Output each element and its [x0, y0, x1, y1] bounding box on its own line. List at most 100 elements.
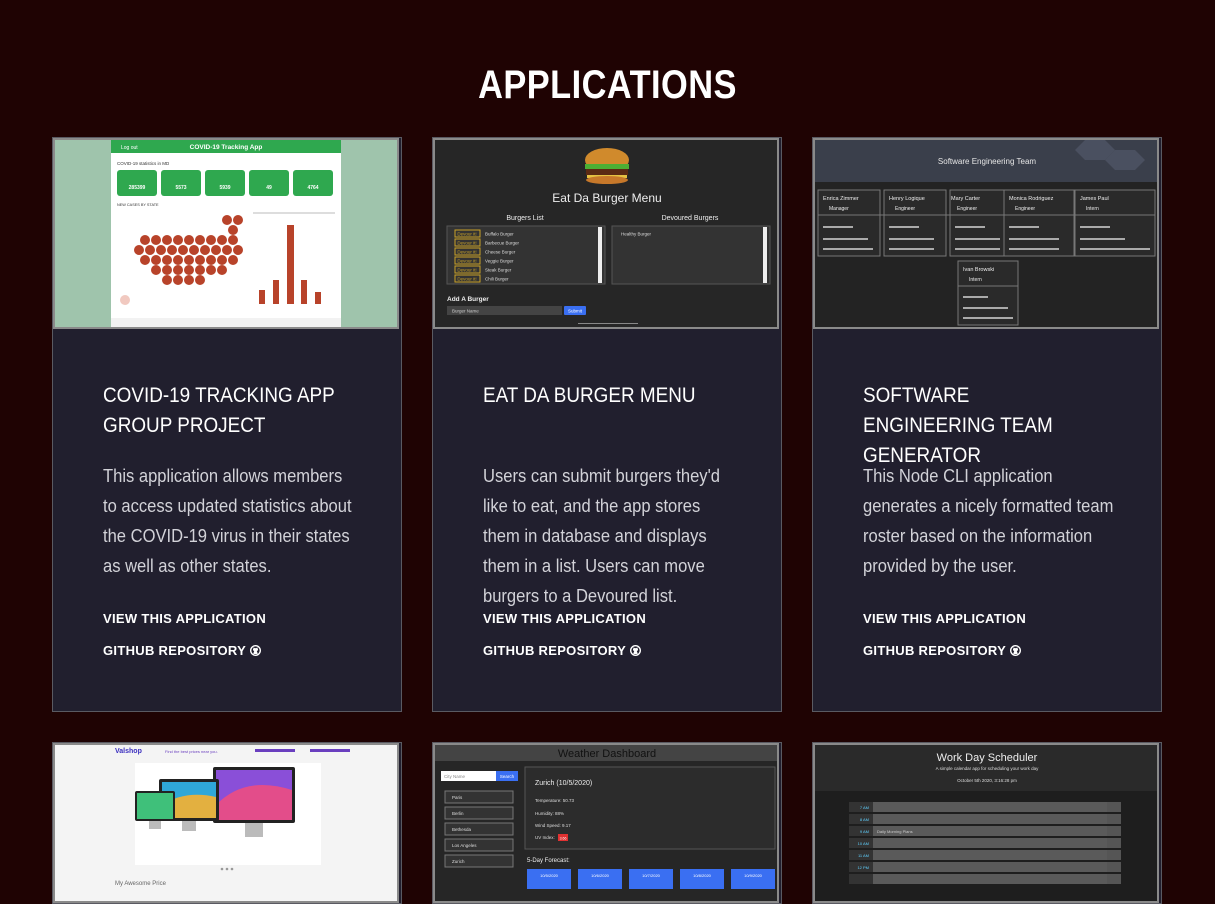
github-icon [1010, 645, 1022, 656]
svg-text:Wind Speed: 9.17: Wind Speed: 9.17 [535, 823, 571, 828]
svg-text:10 AM: 10 AM [858, 841, 869, 846]
svg-text:Henry Logique: Henry Logique [889, 196, 925, 202]
team-app-title: Software Engineering Team [938, 157, 1036, 166]
project-thumbnail[interactable]: Weather Dashboard City Name Search Paris… [433, 743, 779, 903]
svg-text:7 AM: 7 AM [860, 805, 869, 810]
svg-text:11 AM: 11 AM [858, 853, 869, 858]
burger-screenshot: Eat Da Burger Menu Burgers List Devoured… [446, 148, 771, 324]
project-description: This Node CLI application generates a ni… [863, 466, 1114, 576]
svg-text:285399: 285399 [129, 185, 146, 191]
svg-text:Devour it!: Devour it! [457, 241, 476, 246]
scheduler-screenshot: Work Day Scheduler A simple calendar app… [815, 745, 1157, 884]
covid-subtitle: COVID-19 statistics in MD [117, 161, 170, 166]
project-thumbnail[interactable]: Software Engineering Team Enrica Zimmer … [813, 138, 1159, 329]
view-application-link[interactable]: VIEW THIS APPLICATION [103, 611, 266, 626]
valshop-screenshot: Valshop Find the best prices near you. M… [115, 748, 350, 887]
project-title: EAT DA BURGER MENU [483, 384, 696, 407]
svg-text:5-Day Forecast:: 5-Day Forecast: [527, 858, 570, 864]
github-link-label: GITHUB REPOSITORY [103, 643, 247, 658]
view-application-link[interactable]: VIEW THIS APPLICATION [863, 611, 1026, 626]
svg-text:Devour it!: Devour it! [457, 259, 476, 264]
svg-text:Healthy Burger: Healthy Burger [621, 232, 652, 237]
svg-text:Engineer: Engineer [1015, 206, 1035, 212]
svg-text:10/7/2020: 10/7/2020 [642, 873, 661, 878]
svg-text:Monica Rodriguez: Monica Rodriguez [1009, 196, 1054, 202]
team-screenshot: Software Engineering Team Enrica Zimmer … [815, 140, 1157, 326]
svg-text:Temperature: 50.73: Temperature: 50.73 [535, 798, 575, 803]
svg-text:Burger Name: Burger Name [452, 309, 479, 314]
svg-text:Add A Burger: Add A Burger [447, 296, 489, 303]
project-description: Users can submit burgers they'd like to … [483, 466, 720, 606]
svg-text:Valshop: Valshop [115, 748, 142, 755]
svg-text:Devour it!: Devour it! [457, 277, 476, 282]
project-thumbnail[interactable]: Log out COVID-19 Tracking App COVID-19 s… [53, 138, 399, 329]
project-card-valshop: Valshop Find the best prices near you. M… [52, 742, 402, 904]
svg-text:10/8/2020: 10/8/2020 [693, 873, 712, 878]
project-thumbnail[interactable]: Work Day Scheduler A simple calendar app… [813, 743, 1159, 903]
project-thumbnail[interactable]: Valshop Find the best prices near you. M… [53, 743, 399, 903]
svg-text:Zurich (10/5/2020): Zurich (10/5/2020) [535, 780, 592, 787]
svg-text:Engineer: Engineer [957, 206, 977, 212]
svg-text:Zurich: Zurich [452, 859, 465, 864]
svg-text:Find the best prices near you.: Find the best prices near you. [165, 749, 218, 754]
svg-text:October 5th 2020, 3:16:28 pm: October 5th 2020, 3:16:28 pm [957, 778, 1017, 783]
view-application-link[interactable]: VIEW THIS APPLICATION [483, 611, 646, 626]
svg-text:A simple calendar app for sche: A simple calendar app for scheduling you… [936, 766, 1040, 771]
svg-text:5939: 5939 [219, 185, 230, 191]
svg-text:Burgers List: Burgers List [506, 215, 543, 222]
github-icon [630, 645, 642, 656]
page-title: APPLICATIONS [478, 62, 737, 107]
svg-text:Daily Morning Plans: Daily Morning Plans [877, 829, 913, 834]
team-member-cards: Enrica Zimmer Manager Henry Logique Engi… [817, 189, 1156, 326]
burger-icon [585, 148, 629, 184]
project-card-burger: Eat Da Burger Menu Burgers List Devoured… [432, 137, 782, 712]
covid-app-title: COVID-19 Tracking App [190, 144, 263, 151]
svg-text:James Paul: James Paul [1080, 196, 1109, 202]
svg-text:Submit: Submit [568, 309, 583, 314]
svg-text:Intern: Intern [1086, 206, 1099, 212]
github-link-label: GITHUB REPOSITORY [863, 643, 1007, 658]
github-repository-link[interactable]: GITHUB REPOSITORY [483, 643, 642, 658]
project-card-covid: Log out COVID-19 Tracking App COVID-19 s… [52, 137, 402, 712]
svg-text:Work Day Scheduler: Work Day Scheduler [937, 752, 1038, 764]
svg-text:Devour it!: Devour it! [457, 268, 476, 273]
project-description: This application allows members to acces… [103, 466, 352, 576]
svg-text:10/6/2020: 10/6/2020 [591, 873, 610, 878]
svg-text:3.66: 3.66 [560, 837, 567, 841]
github-repository-link[interactable]: GITHUB REPOSITORY [863, 643, 1022, 658]
svg-text:Barbecue Burger: Barbecue Burger [485, 241, 520, 246]
svg-text:City Name: City Name [444, 774, 466, 779]
svg-text:Search: Search [500, 774, 515, 779]
svg-text:Devour it!: Devour it! [457, 232, 476, 237]
svg-text:Devoured Burgers: Devoured Burgers [662, 215, 719, 222]
svg-text:Humidity: 88%: Humidity: 88% [535, 811, 564, 816]
svg-text:Engineer: Engineer [895, 206, 915, 212]
svg-text:Ivan Browski: Ivan Browski [963, 267, 994, 273]
project-thumbnail[interactable]: Eat Da Burger Menu Burgers List Devoured… [433, 138, 779, 329]
svg-text:Bethesda: Bethesda [452, 827, 472, 832]
project-title: SOFTWARE ENGINEERING TEAM GENERATOR [863, 384, 1053, 467]
github-icon [250, 645, 262, 656]
github-repository-link[interactable]: GITHUB REPOSITORY [103, 643, 262, 658]
svg-text:5573: 5573 [175, 185, 186, 191]
project-card-team: Software Engineering Team Enrica Zimmer … [812, 137, 1162, 712]
project-card-scheduler: Work Day Scheduler A simple calendar app… [812, 742, 1162, 904]
svg-text:Intern: Intern [969, 277, 982, 283]
svg-text:Cheese Burger: Cheese Burger [485, 250, 516, 255]
project-card-weather: Weather Dashboard City Name Search Paris… [432, 742, 782, 904]
svg-text:12 PM: 12 PM [857, 865, 869, 870]
github-link-label: GITHUB REPOSITORY [483, 643, 627, 658]
svg-text:My Awesome Price: My Awesome Price [115, 881, 167, 887]
covid-screenshot: Log out COVID-19 Tracking App COVID-19 s… [111, 140, 341, 327]
svg-text:Los Angeles: Los Angeles [452, 843, 477, 848]
svg-text:Berlin: Berlin [452, 811, 464, 816]
covid-logout: Log out [121, 145, 138, 151]
svg-text:Enrica Zimmer: Enrica Zimmer [823, 196, 859, 202]
svg-text:10/9/2020: 10/9/2020 [744, 873, 763, 878]
project-title: COVID-19 TRACKING APP GROUP PROJECT [103, 384, 335, 437]
svg-text:Veggie Burger: Veggie Burger [485, 259, 514, 264]
svg-text:8 AM: 8 AM [860, 817, 869, 822]
svg-text:Devour it!: Devour it! [457, 250, 476, 255]
svg-text:49: 49 [266, 185, 272, 191]
svg-text:Manager: Manager [829, 206, 849, 212]
